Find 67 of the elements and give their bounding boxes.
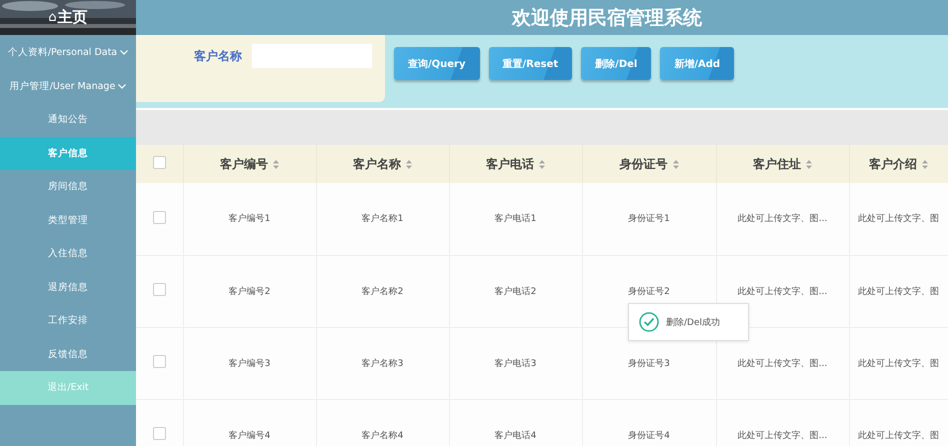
search-field[interactable] — [252, 44, 372, 68]
table-cell: 此处可上传文字、图 — [858, 214, 939, 224]
action-button[interactable]: 新增/Add — [660, 47, 734, 80]
column-header[interactable]: 客户住址 — [716, 145, 849, 183]
chevron-down-icon — [118, 84, 126, 88]
sort-icon[interactable] — [922, 160, 928, 168]
chevron-down-icon — [120, 50, 128, 54]
table-cell: 此处可上传文字、图 — [858, 358, 939, 368]
table-cell: 此处可上传文字、图... — [738, 286, 828, 296]
check-circle-icon — [639, 312, 659, 332]
checkbox[interactable] — [152, 427, 166, 440]
menu-label: 个人资料/Personal Data — [8, 46, 118, 58]
table-cell: 客户电话2 — [494, 286, 536, 296]
table-cell: 客户编号4 — [228, 430, 270, 440]
sort-icon[interactable] — [672, 160, 678, 168]
table-cell: 客户电话4 — [494, 430, 536, 440]
table-cell: 客户名称3 — [362, 358, 404, 368]
sort-icon[interactable] — [273, 160, 279, 168]
page-title: 欢迎使用民宿管理系统 — [512, 6, 702, 30]
search-label: 客户名称 — [194, 48, 242, 65]
column-header[interactable]: 身份证号 — [582, 145, 716, 183]
sort-icon[interactable] — [406, 160, 412, 168]
table-cell: 身份证号3 — [628, 358, 670, 368]
table-cell: 此处可上传文字、图... — [738, 430, 828, 440]
exit-item[interactable]: 退出/Exit — [0, 371, 136, 404]
column-header[interactable]: 客户名称 — [316, 145, 449, 183]
table-cell: 客户名称2 — [362, 286, 404, 296]
table-cell: 客户电话1 — [494, 214, 536, 224]
sidebar-item[interactable]: 入住信息 — [0, 237, 136, 270]
table-cell: 客户编号3 — [228, 358, 270, 368]
menu-label: 用户管理/User Manage — [10, 80, 116, 92]
table-cell: 身份证号2 — [628, 286, 670, 296]
sidebar-item[interactable]: 房间信息 — [0, 170, 136, 204]
home-title[interactable]: 主页 — [58, 8, 88, 27]
checkbox[interactable] — [152, 283, 166, 296]
sidebar-item[interactable]: 工作安排 — [0, 304, 136, 338]
table-cell: 客户编号2 — [228, 286, 270, 296]
sidebar-item[interactable]: 反馈信息 — [0, 338, 136, 371]
table-cell: 此处可上传文字、图 — [858, 430, 939, 440]
table-cell: 客户电话3 — [494, 358, 536, 368]
toast-message: 删除/Del成功 — [666, 316, 720, 328]
action-button[interactable]: 重置/Reset — [488, 47, 572, 80]
checkbox[interactable] — [152, 355, 166, 368]
table-cell: 此处可上传文字、图 — [858, 286, 939, 296]
action-button[interactable]: 删除/Del — [581, 47, 652, 80]
sidebar-item[interactable]: 通知公告 — [0, 103, 136, 136]
sort-icon[interactable] — [539, 160, 545, 168]
sidebar-item[interactable]: 客户信息 — [0, 136, 136, 170]
checkbox[interactable] — [152, 210, 166, 224]
table-cell: 此处可上传文字、图... — [738, 214, 828, 224]
home-icon: ⌂ — [48, 10, 57, 25]
sidebar-menu[interactable]: 个人资料/Personal Data — [0, 35, 136, 69]
sidebar-item[interactable]: 类型管理 — [0, 204, 136, 237]
column-header[interactable]: 客户电话 — [449, 145, 582, 183]
table-cell: 客户编号1 — [228, 214, 270, 224]
table-cell: 客户名称1 — [362, 214, 404, 224]
column-header[interactable]: 客户编号 — [183, 145, 316, 183]
checkbox[interactable] — [152, 156, 166, 169]
sidebar-item[interactable]: 退房信息 — [0, 270, 136, 304]
column-header[interactable]: 客户介绍 — [849, 145, 948, 183]
sidebar-menu[interactable]: 用户管理/User Manage — [0, 69, 136, 103]
action-button[interactable]: 查询/Query — [394, 47, 480, 80]
table-cell: 此处可上传文字、图... — [738, 358, 828, 368]
table-cell: 身份证号4 — [628, 430, 670, 440]
table-cell: 客户名称4 — [362, 430, 404, 440]
table-cell: 身份证号1 — [628, 214, 670, 224]
sort-icon[interactable] — [806, 160, 812, 168]
